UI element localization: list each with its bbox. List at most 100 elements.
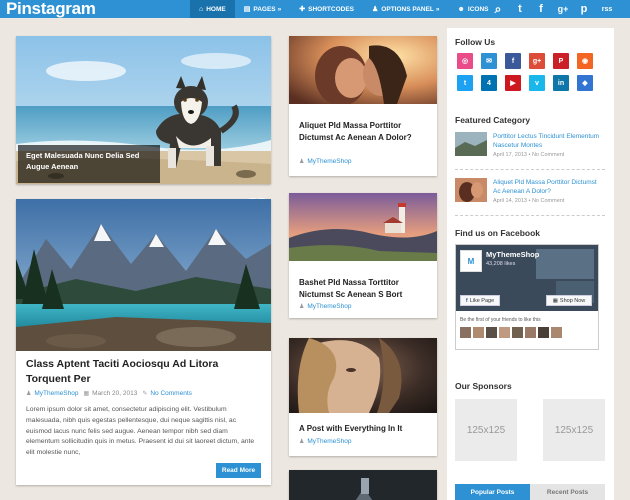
facebook-likes: 43,208 likes — [486, 261, 516, 267]
couple-kiss-image[interactable] — [289, 36, 437, 104]
nav-options-label: Options Panel — [381, 5, 434, 13]
home-icon: ⌂ — [199, 5, 204, 13]
post-card-woman[interactable]: A Post with Everything In It ♟ MyThemeSh… — [289, 338, 437, 456]
main-nav: ⌂ Home ▤ Pages» ✚ Shortcodes ♟ Options Panel… — [190, 0, 498, 18]
lighthouse-image[interactable] — [289, 193, 437, 261]
youtube-icon[interactable]: ▶ — [505, 75, 521, 91]
avatar[interactable] — [486, 327, 497, 338]
delicious-icon[interactable]: ◆ — [577, 75, 593, 91]
post-date-lake: March 20, 2013 — [92, 390, 138, 397]
google-plus-icon[interactable]: g+ — [552, 0, 574, 18]
user-icon: ☻ — [457, 5, 465, 13]
post-title-lighthouse[interactable]: Bashet Pld Nassa Torttitor Nictumst Sc A… — [299, 277, 429, 300]
vimeo-icon[interactable]: v — [529, 75, 545, 91]
post-author-woman[interactable]: MyThemeShop — [307, 438, 351, 445]
featured-title-1[interactable]: Porttitor Lectus Tincidunt Elementum Nas… — [493, 132, 605, 150]
post-comments-lake[interactable]: No Comments — [150, 390, 192, 397]
sponsors-title: Our Sponsors — [455, 381, 512, 391]
sponsor-ad-2[interactable]: 125x125 — [543, 399, 605, 461]
twitter-icon[interactable]: t — [457, 75, 473, 91]
post-meta-woman: ♟ MyThemeShop — [299, 438, 351, 445]
post-meta-kiss: ♟ MyThemeShop — [299, 158, 351, 165]
google-plus-icon[interactable]: g+ — [529, 53, 545, 69]
shop-now-label: Shop Now — [559, 297, 586, 304]
featured-meta-2: April 14, 2013 • No Comment — [493, 198, 565, 204]
nav-shortcodes-label: Shortcodes — [308, 5, 355, 13]
top-navbar: Pinstagram ⌂ Home ▤ Pages» ✚ Shortcodes ♟ Op… — [0, 0, 630, 18]
facebook-icon[interactable]: f — [505, 53, 521, 69]
cart-icon: ▦ — [552, 297, 558, 304]
avatar[interactable] — [512, 327, 523, 338]
featured-date-2: April 14, 2013 — [493, 198, 527, 204]
post-card-lake[interactable]: Class Aptent Taciti Aociosqu Ad Litora T… — [16, 199, 271, 485]
facebook-page-widget[interactable]: M MyThemeShop 43,208 likes f Like Page ▦ S… — [455, 244, 599, 350]
foursquare-icon[interactable]: 4 — [481, 75, 497, 91]
sidebar: Follow Us ◎ ✉ f g+ P ◉ t 4 ▶ v in ◆ Featured Catego… — [447, 28, 614, 500]
nav-home-label: Home — [206, 5, 226, 13]
nav-pages[interactable]: ▤ Pages» — [235, 0, 291, 18]
post-title-woman[interactable]: A Post with Everything In It — [299, 423, 429, 435]
person-icon: ♟ — [372, 6, 379, 13]
rss-icon[interactable]: rss — [596, 0, 618, 18]
divider — [455, 215, 605, 216]
avatar[interactable] — [460, 327, 471, 338]
pinterest-icon[interactable]: P — [553, 53, 569, 69]
featured-meta-1: April 17, 2013 • No Comment — [493, 152, 565, 158]
featured-thumb-1[interactable] — [455, 132, 487, 156]
nav-shortcodes[interactable]: ✚ Shortcodes — [290, 0, 363, 18]
featured-item[interactable]: Porttitor Lectus Tincidunt Elementum Nas… — [455, 132, 605, 166]
post-title-kiss[interactable]: Aliquet Pld Massa Porttitor Dictumst Ac … — [299, 120, 429, 143]
author-icon: ♟ — [299, 159, 305, 165]
rss-icon[interactable]: ◉ — [577, 53, 593, 69]
featured-comments-2: No Comment — [531, 198, 565, 204]
email-icon[interactable]: ✉ — [481, 53, 497, 69]
read-more-button[interactable]: Read More — [216, 463, 261, 478]
author-icon: ♟ — [26, 391, 32, 397]
avatar[interactable] — [473, 327, 484, 338]
nav-home[interactable]: ⌂ Home — [190, 0, 235, 18]
avatar[interactable] — [538, 327, 549, 338]
post-author-lake[interactable]: MyThemeShop — [34, 390, 78, 397]
dribbble-icon[interactable]: ◎ — [457, 53, 473, 69]
follow-us-title: Follow Us — [455, 37, 496, 47]
featured-item[interactable]: Aliquet Pld Massa Porttitor Dictumst Ac … — [455, 178, 605, 212]
site-logo[interactable]: Pinstagram — [6, 0, 96, 19]
linkedin-icon[interactable]: in — [553, 75, 569, 91]
plus-icon: ✚ — [299, 6, 306, 13]
post-author-lighthouse[interactable]: MyThemeShop — [307, 303, 351, 310]
post-meta-lake: ♟ MyThemeShop ▦ March 20, 2013 ✎ No Comm… — [26, 390, 192, 397]
facebook-fans-text: Be the first of your friends to like thi… — [460, 317, 541, 323]
divider — [455, 169, 605, 170]
woman-portrait-image[interactable] — [289, 338, 437, 413]
pages-icon: ▤ — [243, 6, 251, 13]
facebook-page-name[interactable]: MyThemeShop — [486, 250, 539, 259]
avatar[interactable] — [499, 327, 510, 338]
social-icon-grid: ◎ ✉ f g+ P ◉ t 4 ▶ v in ◆ — [457, 53, 593, 91]
sponsor-ad-1[interactable]: 125x125 — [455, 399, 517, 461]
husky-caption[interactable]: Eget Malesuada Nunc Delia Sed Augue Aene… — [18, 145, 160, 183]
post-author-kiss[interactable]: MyThemeShop — [307, 158, 351, 165]
featured-thumb-2[interactable] — [455, 178, 487, 202]
post-card-lighthouse[interactable]: Bashet Pld Nassa Torttitor Nictumst Sc A… — [289, 193, 437, 318]
post-card-partial[interactable] — [289, 470, 437, 500]
mythemeshop-logo: M — [460, 250, 482, 272]
search-icon[interactable]: ⌕ — [487, 0, 509, 18]
shop-now-button[interactable]: ▦ Shop Now — [546, 295, 592, 306]
featured-title-2[interactable]: Aliquet Pld Massa Porttitor Dictumst Ac … — [493, 178, 605, 196]
twitter-icon[interactable]: t — [509, 0, 531, 18]
like-page-button[interactable]: f Like Page — [460, 295, 500, 306]
nav-pages-label: Pages — [253, 5, 276, 13]
facebook-icon[interactable]: f — [530, 0, 552, 18]
tab-popular-posts[interactable]: Popular Posts — [455, 484, 530, 500]
avatar[interactable] — [525, 327, 536, 338]
author-icon: ♟ — [299, 304, 305, 310]
post-title-lake[interactable]: Class Aptent Taciti Aociosqu Ad Litora T… — [26, 357, 261, 387]
featured-category-title: Featured Category — [455, 115, 531, 125]
mountain-lake-image[interactable] — [16, 199, 271, 351]
post-card-kiss[interactable]: Aliquet Pld Massa Porttitor Dictumst Ac … — [289, 36, 437, 176]
avatar[interactable] — [551, 327, 562, 338]
partial-post-image[interactable] — [289, 470, 437, 500]
pinterest-icon[interactable]: p — [573, 0, 595, 18]
nav-options-panel[interactable]: ♟ Options Panel» — [363, 0, 449, 18]
tab-recent-posts[interactable]: Recent Posts — [530, 484, 605, 500]
